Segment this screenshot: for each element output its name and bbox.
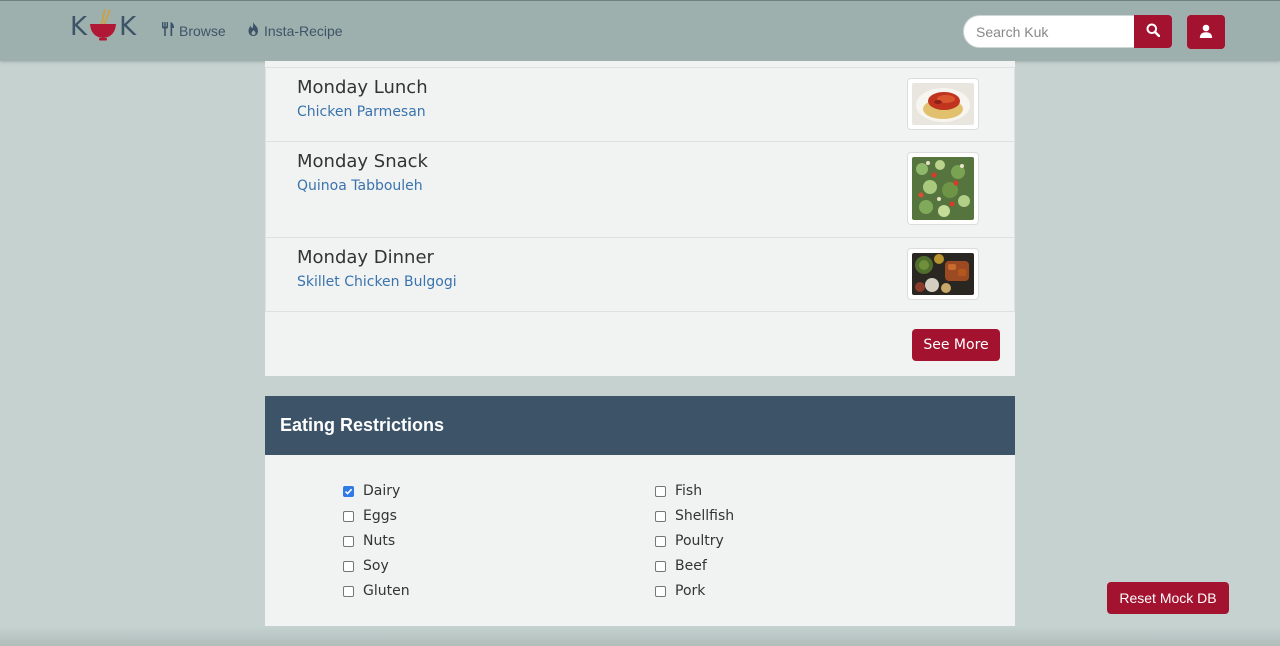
quinoa-tabbouleh-image [912, 157, 974, 220]
cutlery-icon [161, 22, 175, 39]
navbar: K K Browse Insta-Recipe Search Kuk [0, 0, 1280, 61]
restrictions-title: Eating Restrictions [280, 415, 445, 435]
see-more-button[interactable]: See More [912, 329, 1000, 361]
search-bar [963, 15, 1172, 48]
restriction-soy[interactable]: Soy [343, 558, 389, 574]
meal-plan-panel: Monday Lunch Chicken Parmesan Monday Sna… [265, 61, 1015, 376]
skillet-chicken-bulgogi-image [912, 253, 974, 295]
search-input[interactable] [963, 15, 1134, 48]
checkbox[interactable] [655, 485, 666, 497]
checkbox[interactable] [655, 560, 666, 572]
meal-recipe-link[interactable]: Chicken Parmesan [297, 104, 426, 120]
nav-insta-recipe-label: Insta-Recipe [264, 22, 343, 39]
restriction-shellfish[interactable]: Shellfish [655, 508, 734, 524]
reset-mock-db-button[interactable]: Reset Mock DB [1107, 582, 1229, 614]
restriction-label: Pork [675, 583, 706, 599]
recipe-thumbnail[interactable] [907, 248, 979, 300]
meal-title: Monday Snack [297, 151, 428, 172]
restrictions-header: Eating Restrictions [265, 396, 1015, 455]
bottom-shadow [0, 626, 1280, 646]
nav-insta-recipe-link[interactable]: Insta-Recipe [247, 22, 343, 39]
recipe-thumbnail[interactable] [907, 78, 979, 130]
kuk-logo[interactable]: K K [70, 7, 137, 47]
checkbox[interactable] [343, 560, 354, 572]
nav-browse-link[interactable]: Browse [161, 22, 226, 39]
restriction-label: Fish [675, 483, 703, 499]
checkbox[interactable] [343, 510, 354, 522]
meal-title: Monday Dinner [297, 247, 434, 268]
logo-letter-k: K [70, 12, 88, 42]
nav-browse-label: Browse [179, 22, 226, 39]
restriction-label: Nuts [363, 533, 396, 549]
checkbox[interactable] [655, 510, 666, 522]
restrictions-panel: Dairy Eggs Nuts Soy Gluten Fish Shellfis… [265, 455, 1015, 626]
restriction-label: Shellfish [675, 508, 735, 524]
restriction-fish[interactable]: Fish [655, 483, 702, 499]
restriction-gluten[interactable]: Gluten [343, 583, 410, 599]
checkbox[interactable] [343, 535, 354, 547]
meal-item: Monday Dinner Skillet Chicken Bulgogi [266, 238, 1014, 312]
restriction-label: Soy [363, 558, 389, 574]
meal-item: Monday Snack Quinoa Tabbouleh [266, 142, 1014, 238]
meal-item: Monday Lunch Chicken Parmesan [266, 68, 1014, 142]
restriction-poultry[interactable]: Poultry [655, 533, 724, 549]
restriction-dairy[interactable]: Dairy [343, 483, 400, 499]
user-account-button[interactable] [1187, 15, 1225, 49]
search-button[interactable] [1134, 15, 1172, 48]
recipe-thumbnail[interactable] [907, 152, 979, 225]
bowl-chopsticks-icon [88, 7, 118, 47]
checkbox[interactable] [655, 535, 666, 547]
restriction-label: Poultry [675, 533, 724, 549]
checkbox[interactable] [343, 585, 354, 597]
restriction-eggs[interactable]: Eggs [343, 508, 397, 524]
restriction-label: Gluten [363, 583, 410, 599]
checkbox-checked[interactable] [343, 485, 354, 497]
restriction-label: Eggs [363, 508, 397, 524]
search-icon [1146, 23, 1161, 40]
meal-recipe-link[interactable]: Quinoa Tabbouleh [297, 178, 423, 194]
user-icon [1199, 23, 1213, 42]
fire-icon [247, 22, 260, 39]
meal-title: Monday Lunch [297, 77, 428, 98]
restriction-label: Dairy [363, 483, 401, 499]
logo-letter-k: K [119, 12, 137, 42]
meal-list: Monday Lunch Chicken Parmesan Monday Sna… [265, 67, 1015, 312]
restriction-pork[interactable]: Pork [655, 583, 705, 599]
restriction-label: Beef [675, 558, 707, 574]
chicken-parmesan-image [912, 83, 974, 125]
meal-recipe-link[interactable]: Skillet Chicken Bulgogi [297, 274, 457, 290]
checkbox[interactable] [655, 585, 666, 597]
restriction-nuts[interactable]: Nuts [343, 533, 395, 549]
restriction-beef[interactable]: Beef [655, 558, 707, 574]
